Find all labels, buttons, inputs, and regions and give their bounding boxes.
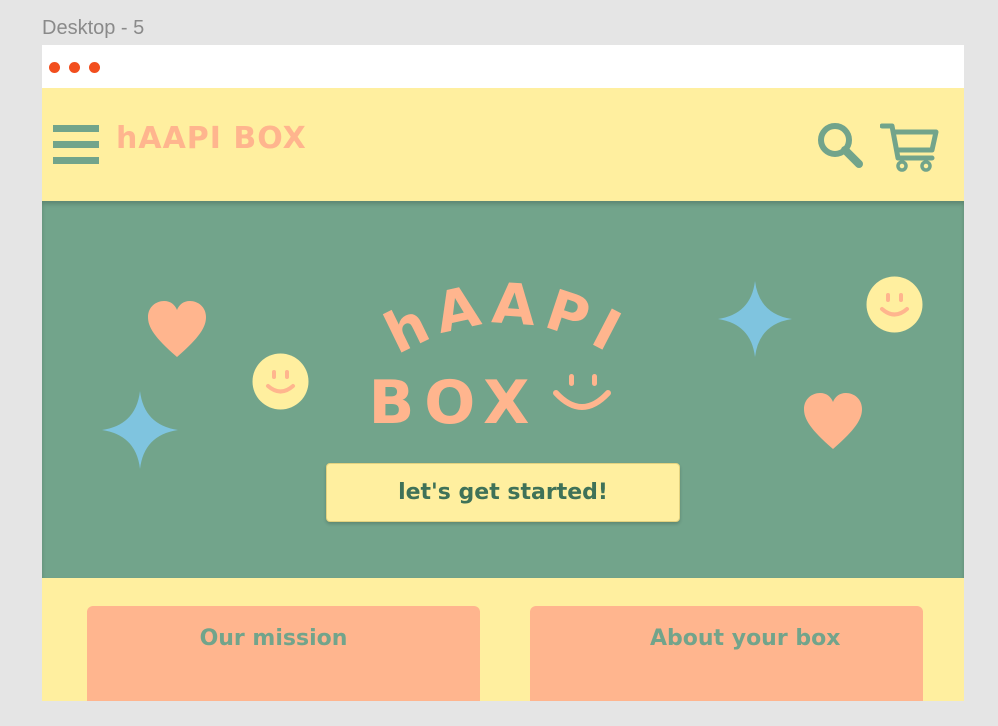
smile-face-icon <box>553 374 611 410</box>
hero-title-line1: hAAPI <box>375 271 630 368</box>
hamburger-menu-icon[interactable] <box>53 125 99 165</box>
site-header: hAAPI BOX <box>42 88 964 201</box>
window-dot-icon <box>69 62 80 73</box>
card-title: About your box <box>650 626 841 651</box>
sparkle-icon <box>102 391 178 469</box>
smiley-icon <box>252 353 309 410</box>
get-started-button[interactable]: let's get started! <box>326 463 680 522</box>
frame-label: Desktop - 5 <box>42 17 145 39</box>
window-dot-icon <box>89 62 100 73</box>
mission-card[interactable]: Our mission <box>87 606 480 701</box>
smiley-icon <box>866 276 923 333</box>
about-box-card[interactable]: About your box <box>530 606 923 701</box>
site-logo[interactable]: hAAPI BOX <box>116 121 307 156</box>
desktop-frame: hAAPI BOX hAAPI BOX let's get started! O… <box>42 45 964 701</box>
sparkle-icon <box>718 281 792 357</box>
heart-icon <box>148 301 206 357</box>
search-icon[interactable] <box>817 122 863 168</box>
card-title: Our mission <box>199 626 348 651</box>
browser-bar <box>42 45 964 88</box>
svg-text:hAAPI: hAAPI <box>375 271 638 368</box>
hero-title: hAAPI BOX <box>369 271 638 431</box>
shopping-cart-icon[interactable] <box>880 122 940 172</box>
info-cards: Our mission About your box <box>42 578 964 701</box>
window-dot-icon <box>49 62 60 73</box>
hero-section: hAAPI BOX let's get started! <box>42 201 964 578</box>
heart-icon <box>804 393 862 449</box>
hero-title-line2: BOX <box>369 368 540 431</box>
